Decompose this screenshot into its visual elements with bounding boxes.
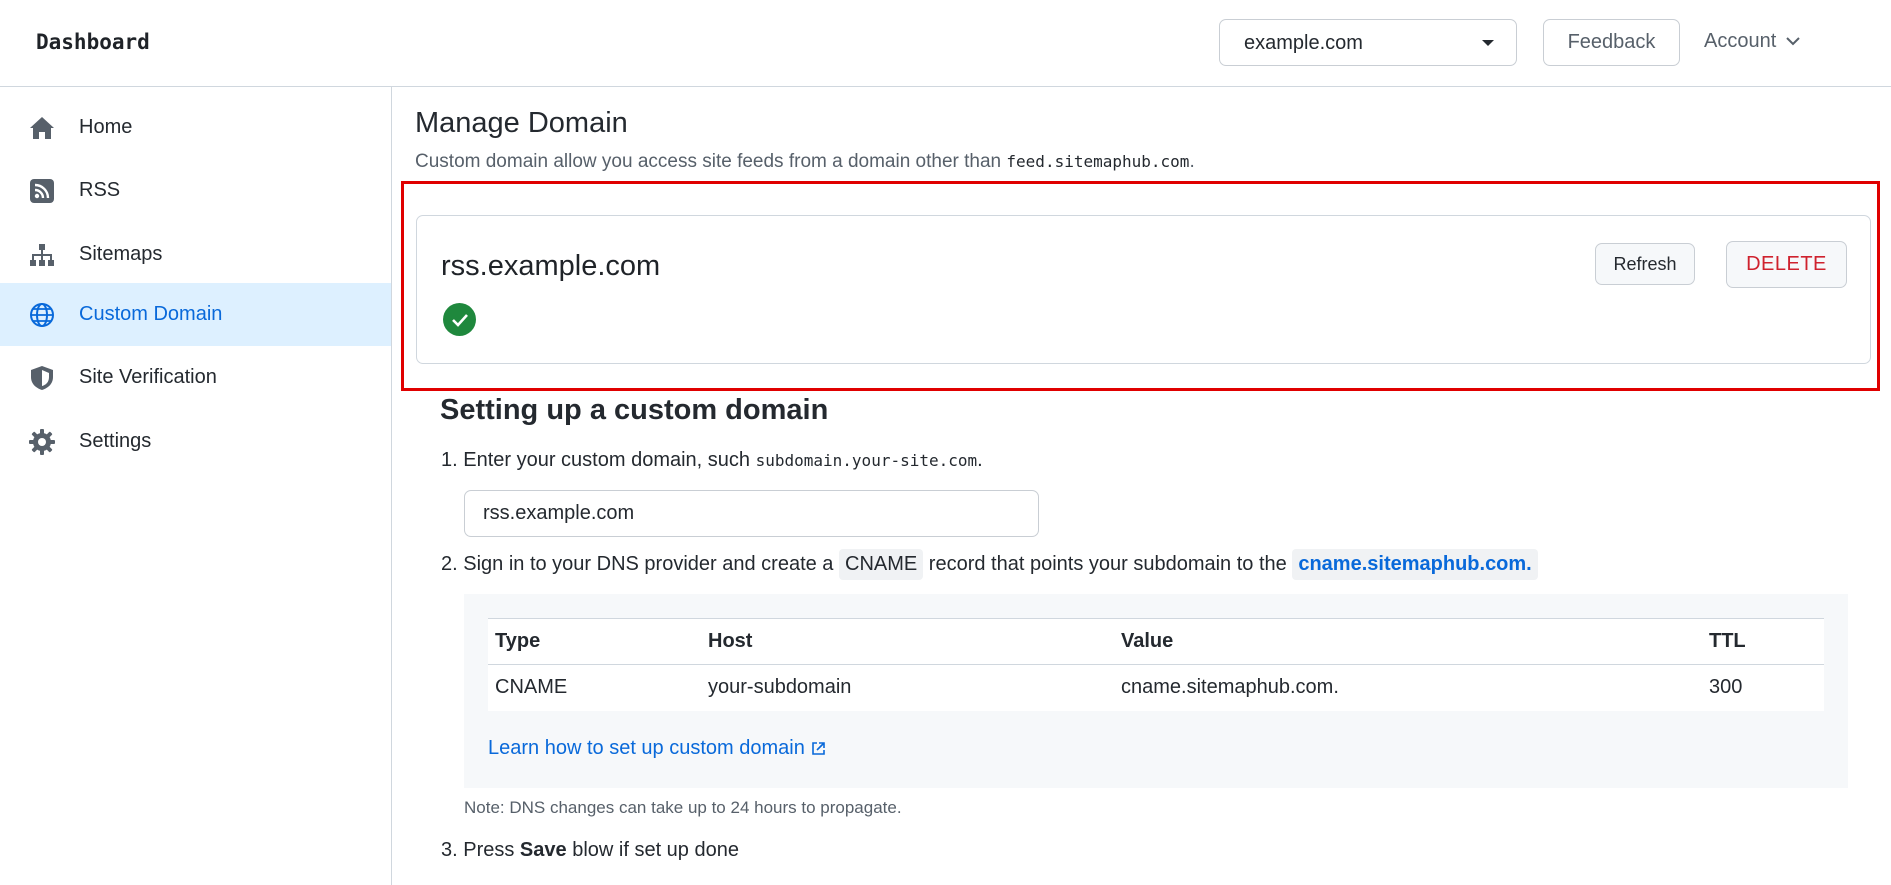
setup-title: Setting up a custom domain — [440, 394, 829, 426]
sidebar-item-label: RSS — [79, 179, 121, 201]
sidebar-item-label: Site Verification — [79, 366, 217, 388]
site-select[interactable]: example.com — [1219, 19, 1517, 66]
cname-target[interactable]: cname.sitemaphub.com. — [1292, 549, 1538, 580]
step1-text: 1. Enter your custom domain, such — [441, 449, 756, 471]
step3-text: 3. Press — [441, 839, 520, 861]
home-icon — [29, 115, 55, 141]
column-header-host: Host — [701, 618, 1114, 665]
description-suffix: . — [1189, 151, 1195, 172]
step1-suffix: . — [977, 449, 983, 471]
example-domain-code: subdomain.your-site.com — [755, 451, 978, 470]
shield-icon — [29, 365, 55, 391]
table-header-row: Type Host Value TTL — [488, 618, 1824, 665]
step3-suffix: blow if set up done — [566, 839, 739, 861]
domain-name: rss.example.com — [441, 250, 661, 282]
learn-link-text: Learn how to set up custom domain — [488, 737, 805, 759]
globe-icon — [29, 302, 55, 328]
setup-step-3: 3. Press Save blow if set up done — [441, 839, 739, 862]
sidebar-item-site-verification[interactable]: Site Verification — [0, 346, 391, 409]
save-keyword: Save — [519, 839, 567, 861]
account-menu[interactable]: Account — [1704, 30, 1800, 53]
sidebar-item-rss[interactable]: RSS — [0, 159, 391, 222]
external-link-icon — [812, 742, 825, 755]
delete-button[interactable]: DELETE — [1726, 241, 1847, 288]
custom-domain-input[interactable] — [464, 490, 1039, 537]
column-header-type: Type — [488, 618, 701, 665]
feed-domain-code: feed.sitemaphub.com — [1006, 152, 1190, 171]
setup-step-2: 2. Sign in to your DNS provider and crea… — [441, 549, 1538, 580]
column-header-ttl: TTL — [1702, 618, 1824, 665]
step2-middle: record that points your subdomain to the — [923, 553, 1293, 575]
step2-text: 2. Sign in to your DNS provider and crea… — [441, 553, 839, 575]
domain-card: rss.example.com Refresh DELETE — [416, 215, 1871, 364]
sidebar-item-custom-domain[interactable]: Custom Domain — [0, 283, 391, 346]
sidebar: Home RSS Sitemaps Custom Domain Site Ver… — [0, 87, 392, 885]
sidebar-item-home[interactable]: Home — [0, 96, 391, 159]
setup-step-1: 1. Enter your custom domain, such subdom… — [441, 449, 983, 472]
description-text: Custom domain allow you access site feed… — [415, 151, 1007, 172]
sidebar-item-label: Sitemaps — [79, 243, 163, 265]
dns-record-box: Type Host Value TTL CNAME your-subdomain… — [464, 594, 1848, 788]
dns-table: Type Host Value TTL CNAME your-subdomain… — [488, 618, 1824, 711]
site-select-value: example.com — [1244, 32, 1363, 54]
sidebar-item-settings[interactable]: Settings — [0, 410, 391, 473]
feedback-button[interactable]: Feedback — [1543, 19, 1680, 66]
caret-down-icon — [1482, 40, 1494, 46]
column-header-value: Value — [1114, 618, 1702, 665]
sidebar-item-label: Settings — [79, 430, 152, 452]
sidebar-item-label: Home — [79, 116, 133, 138]
top-bar: Dashboard example.com Feedback Account — [0, 0, 1891, 87]
check-circle-icon — [443, 303, 476, 336]
page-description: Custom domain allow you access site feed… — [415, 151, 1195, 173]
brand-title[interactable]: Dashboard — [36, 30, 150, 54]
chevron-down-icon — [1786, 37, 1800, 46]
gear-icon — [29, 429, 55, 455]
page-title: Manage Domain — [415, 107, 628, 139]
learn-custom-domain-link[interactable]: Learn how to set up custom domain — [488, 737, 826, 760]
cell-host: your-subdomain — [708, 676, 852, 699]
refresh-button[interactable]: Refresh — [1595, 243, 1695, 285]
sitemap-icon — [29, 242, 55, 268]
cell-type: CNAME — [495, 676, 568, 699]
cell-value: cname.sitemaphub.com. — [1121, 676, 1339, 699]
sidebar-item-sitemaps[interactable]: Sitemaps — [0, 223, 391, 286]
cname-record-badge: CNAME — [839, 549, 924, 580]
rss-icon — [29, 178, 55, 204]
sidebar-item-label: Custom Domain — [79, 303, 223, 325]
table-row: CNAME your-subdomain cname.sitemaphub.co… — [488, 665, 1824, 711]
dns-note: Note: DNS changes can take up to 24 hour… — [464, 798, 902, 817]
account-label: Account — [1704, 30, 1777, 52]
cell-ttl: 300 — [1709, 676, 1743, 699]
